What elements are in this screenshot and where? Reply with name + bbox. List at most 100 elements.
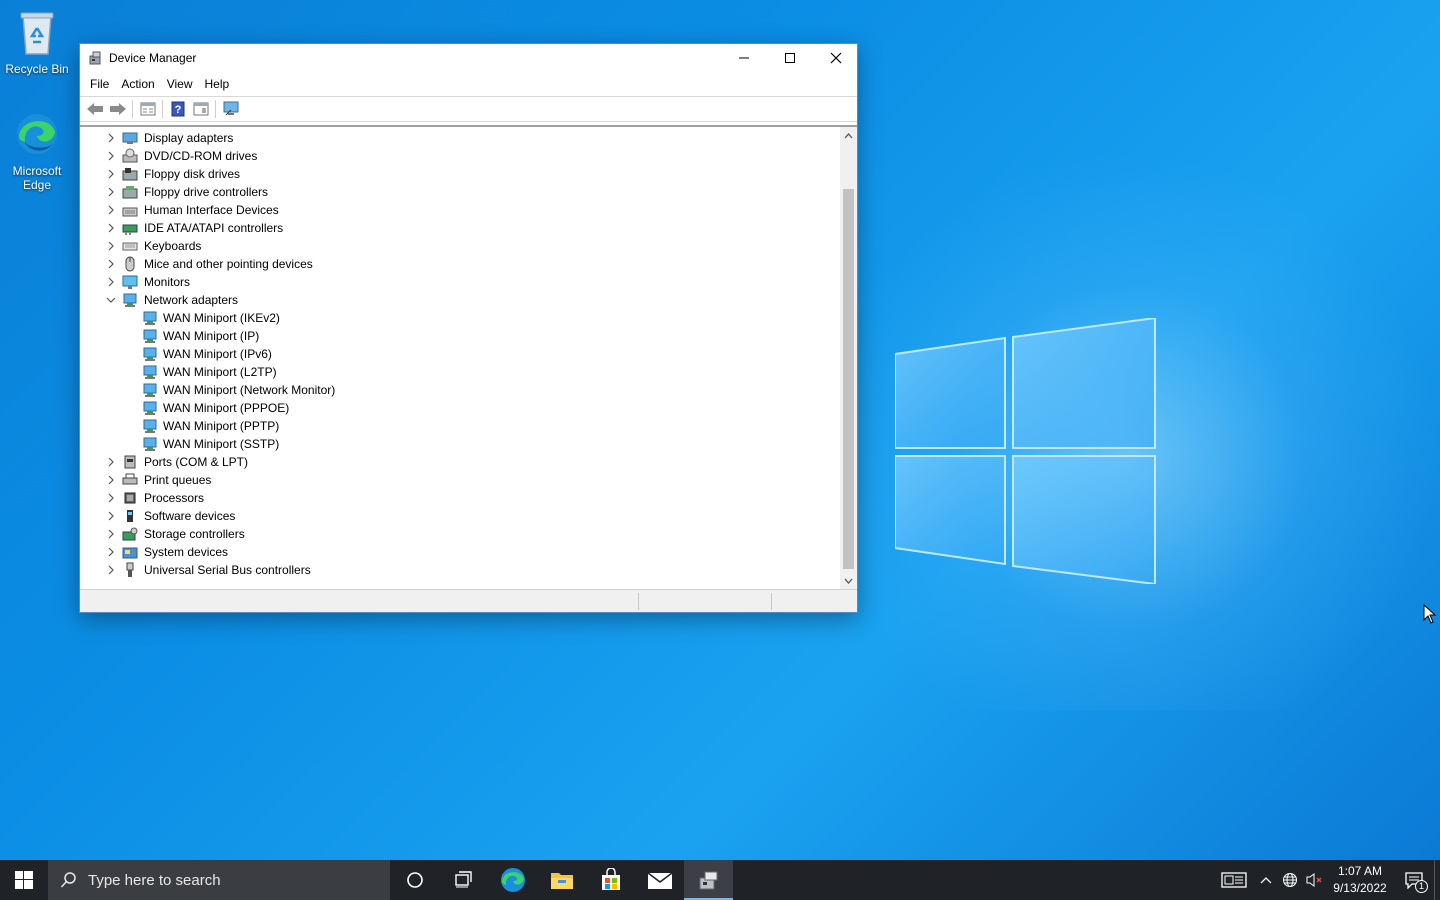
tree-category[interactable]: Monitors <box>80 273 840 291</box>
chevron-right-icon[interactable] <box>106 169 116 179</box>
search-box[interactable]: Type here to search <box>48 860 390 900</box>
chevron-right-icon[interactable] <box>106 457 116 467</box>
taskbar-file-explorer[interactable] <box>537 860 586 900</box>
forward-button[interactable] <box>106 98 129 120</box>
menu-help[interactable]: Help <box>199 75 236 93</box>
chevron-right-icon[interactable] <box>106 529 116 539</box>
properties-button[interactable] <box>136 98 159 120</box>
tray-show-hidden[interactable] <box>1254 860 1278 900</box>
help-icon: ? <box>171 101 184 117</box>
taskbar-edge[interactable] <box>488 860 537 900</box>
view-button[interactable] <box>189 98 212 120</box>
tree-category[interactable]: Human Interface Devices <box>80 201 840 219</box>
menu-file[interactable]: File <box>84 75 115 93</box>
chevron-down-icon <box>844 578 853 584</box>
tree-category[interactable]: Network adapters <box>80 291 840 309</box>
title-bar[interactable]: Device Manager <box>80 44 857 72</box>
taskbar-store[interactable] <box>586 860 635 900</box>
mouse-icon <box>125 256 135 272</box>
usb-icon <box>126 562 134 577</box>
maximize-button[interactable] <box>767 44 813 72</box>
chevron-right-icon[interactable] <box>106 259 116 269</box>
tree-category[interactable]: Storage controllers <box>80 525 840 543</box>
taskbar: Type here to search 1:07 AM 9/13/2022 1 <box>0 860 1440 900</box>
device-tree[interactable]: Display adapters DVD/CD-ROM drives Floppy … <box>80 129 840 579</box>
tree-category[interactable]: Print queues <box>80 471 840 489</box>
network-adapter-icon <box>143 401 157 415</box>
taskbar-cortana[interactable] <box>390 860 439 900</box>
tree-device[interactable]: WAN Miniport (PPTP) <box>80 417 840 435</box>
desktop-icon-edge[interactable]: Microsoft Edge <box>1 110 73 192</box>
network-adapter-icon <box>143 437 157 451</box>
tree-category[interactable]: Keyboards <box>80 237 840 255</box>
chevron-right-icon[interactable] <box>106 133 116 143</box>
tree-device-label: WAN Miniport (PPPOE) <box>163 401 290 415</box>
tree-category[interactable]: Universal Serial Bus controllers <box>80 561 840 579</box>
tree-category[interactable]: Display adapters <box>80 129 840 147</box>
taskbar-task-view[interactable] <box>439 860 488 900</box>
toolbar-separator <box>132 100 133 118</box>
chevron-right-icon[interactable] <box>106 493 116 503</box>
tree-category[interactable]: Floppy drive controllers <box>80 183 840 201</box>
chevron-right-icon[interactable] <box>106 511 116 521</box>
taskbar-device-manager[interactable] <box>684 860 733 900</box>
device-tree-pane[interactable]: Display adapters DVD/CD-ROM drives Floppy … <box>80 125 857 589</box>
menu-action[interactable]: Action <box>115 75 160 93</box>
volume-muted-icon <box>1306 873 1322 887</box>
tree-device[interactable]: WAN Miniport (IKEv2) <box>80 309 840 327</box>
menu-view[interactable]: View <box>161 75 199 93</box>
window-title: Device Manager <box>109 51 197 65</box>
chevron-right-icon[interactable] <box>106 565 116 575</box>
action-center-button[interactable]: 1 <box>1394 860 1434 900</box>
tree-category[interactable]: Software devices <box>80 507 840 525</box>
tree-device[interactable]: WAN Miniport (IP) <box>80 327 840 345</box>
chevron-right-icon[interactable] <box>106 475 116 485</box>
tray-volume[interactable] <box>1302 860 1326 900</box>
notification-count-badge: 1 <box>1414 880 1428 893</box>
chevron-right-icon[interactable] <box>106 547 116 557</box>
tree-device[interactable]: WAN Miniport (SSTP) <box>80 435 840 453</box>
tray-news[interactable] <box>1214 860 1254 900</box>
scan-hardware-button[interactable] <box>219 98 242 120</box>
minimize-button[interactable] <box>721 44 767 72</box>
device-manager-icon <box>699 871 717 890</box>
chevron-up-icon <box>844 132 853 138</box>
chevron-down-icon[interactable] <box>106 295 116 305</box>
back-button[interactable] <box>83 98 106 120</box>
display-adapter-icon <box>122 132 138 144</box>
chevron-right-icon[interactable] <box>106 241 116 251</box>
scroll-up-button[interactable] <box>840 127 857 144</box>
chevron-right-icon[interactable] <box>106 187 116 197</box>
tray-network[interactable] <box>1278 860 1302 900</box>
tree-category[interactable]: Mice and other pointing devices <box>80 255 840 273</box>
device-manager-window[interactable]: Device Manager File Action View Help ? D… <box>79 43 858 613</box>
tree-device[interactable]: WAN Miniport (IPv6) <box>80 345 840 363</box>
scroll-thumb[interactable] <box>843 189 854 569</box>
tree-device[interactable]: WAN Miniport (L2TP) <box>80 363 840 381</box>
tree-category[interactable]: DVD/CD-ROM drives <box>80 147 840 165</box>
tree-device[interactable]: WAN Miniport (Network Monitor) <box>80 381 840 399</box>
close-button[interactable] <box>813 44 859 72</box>
tree-category[interactable]: Ports (COM & LPT) <box>80 453 840 471</box>
desktop-icon-recycle-bin[interactable]: Recycle Bin <box>1 8 73 76</box>
chevron-right-icon[interactable] <box>106 277 116 287</box>
scroll-down-button[interactable] <box>840 572 857 589</box>
chevron-right-icon[interactable] <box>106 151 116 161</box>
show-desktop-button[interactable] <box>1434 860 1440 900</box>
chevron-right-icon[interactable] <box>106 223 116 233</box>
desktop-icon-label: Microsoft Edge <box>12 164 62 192</box>
vertical-scrollbar[interactable] <box>840 127 857 589</box>
tree-category[interactable]: Floppy disk drives <box>80 165 840 183</box>
help-button[interactable]: ? <box>166 98 189 120</box>
start-button[interactable] <box>0 860 48 900</box>
mail-icon <box>647 872 672 889</box>
chevron-right-icon[interactable] <box>106 205 116 215</box>
tree-category[interactable]: IDE ATA/ATAPI controllers <box>80 219 840 237</box>
tree-category-label: Human Interface Devices <box>144 203 279 217</box>
taskbar-mail[interactable] <box>635 860 684 900</box>
tree-category[interactable]: System devices <box>80 543 840 561</box>
globe-icon <box>1283 873 1297 887</box>
tree-category[interactable]: Processors <box>80 489 840 507</box>
tray-clock[interactable]: 1:07 AM 9/13/2022 <box>1330 863 1390 897</box>
tree-device[interactable]: WAN Miniport (PPPOE) <box>80 399 840 417</box>
